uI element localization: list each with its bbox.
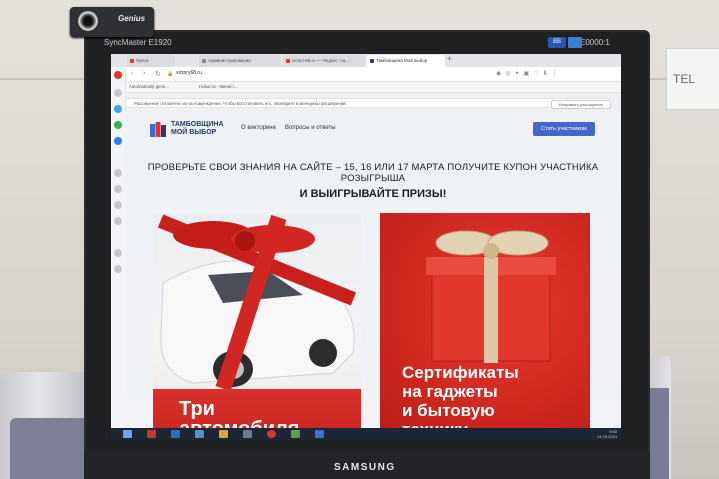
whatsapp-icon[interactable] bbox=[114, 121, 122, 129]
admin-icon bbox=[202, 59, 206, 63]
gift-box-image bbox=[426, 230, 556, 363]
energy-badge: BB bbox=[548, 37, 566, 48]
messenger-icon[interactable] bbox=[114, 105, 122, 113]
web-page: ТАМБОВЩИНА МОЙ ВЫБОР О викторине Вопросы… bbox=[125, 112, 621, 440]
taskbar-app-icon[interactable] bbox=[315, 430, 324, 438]
windows-taskbar bbox=[111, 428, 621, 440]
nav-link-about[interactable]: О викторине bbox=[241, 125, 276, 131]
wall-sign-text: TEL bbox=[673, 72, 696, 86]
taskbar-app-icon[interactable] bbox=[147, 430, 156, 438]
back-icon[interactable]: ‹ bbox=[131, 70, 133, 77]
become-participant-button[interactable]: Стать участником bbox=[533, 122, 595, 136]
logo-line: ТАМБОВЩИНА bbox=[171, 121, 224, 128]
clock-date: 14.03.2024 bbox=[596, 434, 617, 439]
logo-line: МОЙ ВЫБОР bbox=[171, 129, 217, 136]
start-icon[interactable] bbox=[123, 430, 132, 438]
bookmark-item[interactable]: Новости - Минист... bbox=[199, 84, 237, 89]
taskbar-app-icon[interactable] bbox=[291, 430, 300, 438]
forward-icon[interactable]: › bbox=[143, 70, 145, 77]
telegram-icon[interactable] bbox=[114, 137, 122, 145]
extension-warning-bar: Расширение отключено из-за повреждения. … bbox=[125, 98, 613, 108]
tab-label: Тамбовщина Мой выбор bbox=[376, 58, 428, 63]
fix-extension-button[interactable]: Исправить расширение bbox=[551, 100, 611, 109]
settings-icon[interactable] bbox=[114, 265, 122, 273]
history-icon[interactable] bbox=[114, 217, 122, 225]
monitor-model-right: E0000:1 bbox=[580, 38, 610, 47]
send-icon[interactable] bbox=[114, 169, 122, 177]
bookmarks-icon[interactable] bbox=[114, 185, 122, 193]
address-bar-row: ‹ › ↻ 🔒 victory68.ru ◉◎✦▣♡⬇⋮ bbox=[111, 67, 621, 82]
browser-tab-active[interactable]: Тамбовщина Мой выбор bbox=[367, 55, 445, 67]
wall-sign: TEL bbox=[666, 48, 719, 110]
card-title-line: и бытовую bbox=[402, 401, 495, 420]
prize-card-certificates[interactable]: Сертификаты на гаджеты и бытовую технику bbox=[380, 213, 590, 440]
browser-tab[interactable]: victori-68.ru — Яндекс: на... bbox=[283, 55, 365, 67]
screen: Opera Администрирование victori-68.ru — … bbox=[111, 54, 621, 440]
sticker-badge bbox=[568, 37, 582, 48]
yandex-icon bbox=[286, 59, 290, 63]
warning-text: Расширение отключено из-за повреждения. … bbox=[134, 101, 347, 106]
opera-sidebar bbox=[111, 67, 126, 440]
headline: ПРОВЕРЬТЕ СВОИ ЗНАНИЯ НА САЙТЕ – 15, 16 … bbox=[147, 162, 599, 184]
tab-label: Администрирование bbox=[208, 58, 251, 63]
monitor-model: SyncMaster E1920 bbox=[104, 38, 172, 47]
nav-link-faq[interactable]: Вопросы и ответы bbox=[285, 125, 336, 131]
new-tab-button[interactable]: + bbox=[447, 54, 452, 63]
bookmarks-bar: Automatically gene... Новости - Минист..… bbox=[111, 82, 621, 93]
opera-icon bbox=[130, 59, 134, 63]
tab-bar: Opera Администрирование victori-68.ru — … bbox=[111, 54, 621, 67]
monitor-brand: SAMSUNG bbox=[334, 462, 396, 473]
taskbar-app-icon[interactable] bbox=[171, 430, 180, 438]
webcam-lens-icon bbox=[78, 11, 98, 31]
heart-icon[interactable] bbox=[114, 201, 122, 209]
card-title-line: Сертификаты bbox=[402, 363, 519, 382]
extension-icons[interactable]: ◉◎✦▣♡⬇⋮ bbox=[496, 70, 562, 77]
site-logo[interactable]: ТАМБОВЩИНА МОЙ ВЫБОР bbox=[171, 121, 224, 137]
car-with-bow-image bbox=[157, 214, 357, 392]
url-field[interactable]: victory68.ru bbox=[176, 70, 202, 76]
browser-tab[interactable]: Администрирование bbox=[199, 55, 281, 67]
lock-icon: 🔒 bbox=[167, 71, 174, 77]
reload-icon[interactable]: ↻ bbox=[155, 70, 161, 78]
opera-icon[interactable] bbox=[114, 71, 122, 79]
browser-tab[interactable]: Opera bbox=[127, 55, 175, 67]
bookmark-item[interactable]: Automatically gene... bbox=[129, 84, 169, 89]
taskbar-app-icon[interactable] bbox=[219, 430, 228, 438]
subheadline: И ВЫИГРЫВАЙТЕ ПРИЗЫ! bbox=[299, 188, 447, 200]
pin-icon[interactable] bbox=[114, 249, 122, 257]
opera-taskbar-icon[interactable] bbox=[267, 430, 276, 438]
site-icon bbox=[370, 59, 374, 63]
home-icon[interactable] bbox=[114, 89, 122, 97]
prize-card-cars[interactable]: Три автомобиля bbox=[153, 213, 361, 440]
tab-label: Opera bbox=[136, 58, 149, 63]
taskbar-app-icon[interactable] bbox=[195, 430, 204, 438]
tab-label: victori-68.ru — Яндекс: на... bbox=[292, 58, 349, 63]
taskbar-clock[interactable]: 9:50 14.03.2024 bbox=[581, 429, 617, 439]
card-title-line: Три bbox=[179, 398, 215, 420]
logo-icon bbox=[150, 122, 166, 137]
taskbar-app-icon[interactable] bbox=[243, 430, 252, 438]
speaker-left-grille bbox=[10, 418, 92, 479]
webcam-brand: Genius bbox=[118, 14, 146, 23]
card-title-line: на гаджеты bbox=[402, 382, 498, 401]
